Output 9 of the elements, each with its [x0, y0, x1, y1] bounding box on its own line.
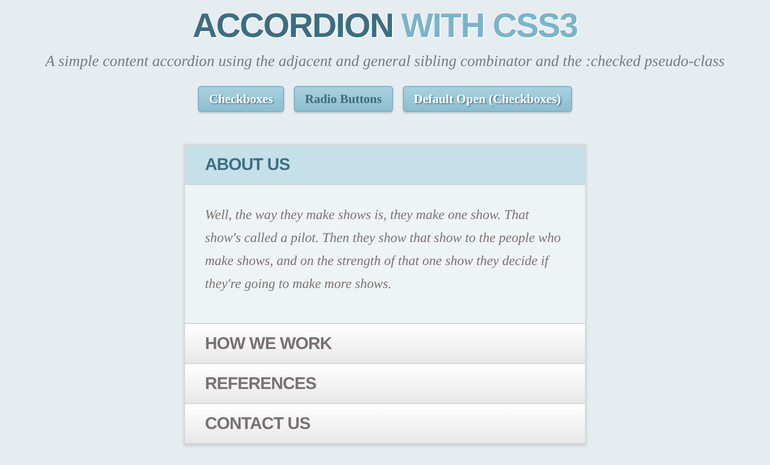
section-header[interactable]: CONTACT US [185, 404, 585, 444]
section-header[interactable]: ABOUT US [185, 145, 585, 186]
title-accent: WITH CSS3 [401, 6, 578, 46]
demo-button[interactable]: Radio Buttons [294, 86, 393, 112]
subtitle: A simple content accordion using the adjacent and general sibling combinator and the :checked pseudo-class [45, 52, 725, 72]
section-header[interactable]: REFERENCES [185, 364, 585, 404]
section-content: Well, the way they make shows is, they make one show. That show's called a pilot. Then they show that show to the people who make shows, and on the strength of that one show they decide if they're going to make more shows. [205, 206, 562, 294]
section-header[interactable]: HOW WE WORK [185, 324, 585, 364]
title-main: ACCORDION [192, 6, 394, 46]
